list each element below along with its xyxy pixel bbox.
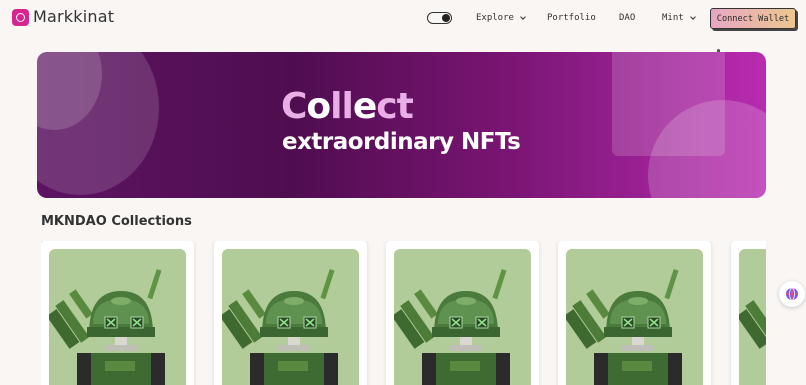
collection-card[interactable]	[214, 241, 367, 385]
theme-toggle[interactable]	[427, 12, 452, 24]
nav-dao-label: DAO	[619, 13, 636, 23]
robot-illustration	[222, 269, 338, 385]
nav-explore[interactable]: Explore	[476, 13, 526, 23]
hero-title-part: ct	[376, 86, 414, 127]
robot-nft-image	[566, 249, 703, 385]
collection-card[interactable]	[41, 241, 194, 385]
hero-banner: Collect extraordinary NFTs	[37, 52, 766, 198]
logo-icon[interactable]	[12, 9, 29, 26]
nav-dao[interactable]: DAO	[619, 13, 635, 23]
hero-title-part: o	[306, 86, 331, 127]
connect-wallet-button[interactable]: Connect Wallet	[710, 8, 796, 29]
collection-card[interactable]	[558, 241, 711, 385]
robot-illustration	[394, 269, 510, 385]
robot-nft-image	[739, 249, 766, 385]
collection-card[interactable]	[731, 241, 766, 385]
collection-cards	[41, 241, 766, 385]
hero-title-part: C	[281, 86, 307, 127]
collection-card[interactable]	[386, 241, 539, 385]
toggle-knob	[442, 13, 450, 22]
nav-mint-label: Mint	[662, 13, 684, 23]
robot-illustration	[739, 300, 766, 349]
floating-action-button[interactable]	[779, 281, 805, 307]
robot-nft-image	[394, 249, 531, 385]
hero-title-part: e	[352, 86, 377, 127]
hero-title-part: ll	[330, 86, 354, 127]
nav-mint[interactable]: Mint	[662, 13, 696, 23]
nav-portfolio[interactable]: Portfolio	[547, 13, 596, 23]
hero-subtitle: extraordinary NFTs	[282, 129, 521, 155]
robot-nft-image	[49, 249, 186, 385]
nav-explore-label: Explore	[476, 13, 514, 23]
section-title: MKNDAO Collections	[41, 214, 192, 229]
top-navbar: Markkinat Explore Portfolio DAO Mint Con…	[0, 0, 806, 36]
robot-nft-image	[222, 249, 359, 385]
brand-name[interactable]: Markkinat	[33, 7, 114, 26]
globe-icon	[786, 287, 798, 301]
nav-portfolio-label: Portfolio	[547, 13, 596, 23]
hero-title: Collect	[281, 86, 414, 127]
robot-illustration	[49, 269, 165, 385]
chevron-down-icon	[689, 13, 696, 20]
robot-illustration	[566, 269, 682, 385]
chevron-down-icon	[520, 13, 526, 20]
